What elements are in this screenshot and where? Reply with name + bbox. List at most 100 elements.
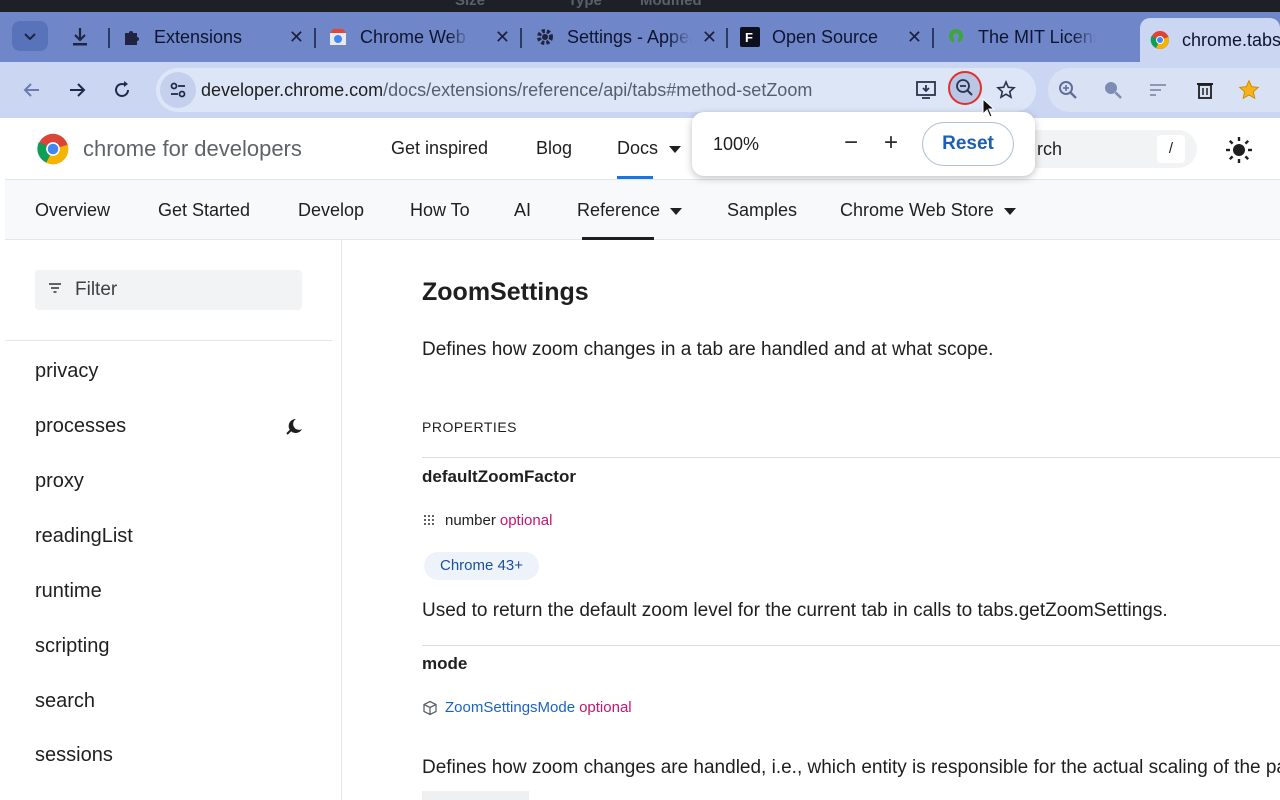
background-window-header: Size Type Modified xyxy=(0,0,1280,12)
search-shortcut: / xyxy=(1157,135,1185,163)
search-box[interactable]: rch / xyxy=(1015,130,1197,168)
zoom-out-button[interactable]: − xyxy=(836,128,866,158)
divider xyxy=(422,457,1280,458)
zoom-indicator-button[interactable] xyxy=(948,71,982,105)
reload-icon xyxy=(115,81,129,97)
site-info-button[interactable] xyxy=(160,72,196,108)
subnav-develop[interactable]: Develop xyxy=(298,200,364,221)
browser-toolbar: developer.chrome.com/docs/extensions/ref… xyxy=(0,62,1280,118)
section-heading: ZoomSettings xyxy=(422,278,589,306)
subnav-get-started[interactable]: Get Started xyxy=(158,200,250,221)
subnav-samples[interactable]: Samples xyxy=(727,200,797,221)
chrome-logo-icon xyxy=(37,133,69,165)
tab-extensions[interactable]: Extensions ✕ xyxy=(122,20,312,54)
back-arrow-icon xyxy=(23,83,39,97)
gear-icon xyxy=(535,27,555,47)
subnav-how-to[interactable]: How To xyxy=(410,200,470,221)
forward-button[interactable] xyxy=(63,76,91,104)
tab-title: The MIT License xyxy=(978,26,1096,47)
column-size: Size xyxy=(455,0,486,9)
tab-settings[interactable]: Settings - Appearance ✕ xyxy=(535,20,725,54)
chevron-down-icon xyxy=(24,33,36,41)
sidebar-item-sessions[interactable]: sessions xyxy=(35,744,113,767)
sidebar-item-privacy[interactable]: privacy xyxy=(35,360,98,383)
close-icon[interactable]: ✕ xyxy=(702,27,717,48)
svg-text:F: F xyxy=(745,30,753,45)
property-type: number optional xyxy=(422,512,552,529)
column-modified: Modified xyxy=(640,0,702,9)
tab-open-source[interactable]: F Open Source ✕ xyxy=(740,20,930,54)
sidebar: Filter privacy processes proxy readingLi… xyxy=(5,240,342,800)
nav-get-inspired[interactable]: Get inspired xyxy=(391,138,488,159)
subnav-chrome-web-store[interactable]: Chrome Web Store xyxy=(840,200,1016,221)
brand-logo[interactable]: chrome for developers xyxy=(37,133,302,165)
mouse-cursor-icon xyxy=(982,98,996,118)
tune-icon xyxy=(170,82,186,98)
type-link[interactable]: ZoomSettingsMode xyxy=(445,699,575,716)
tab-search-button[interactable] xyxy=(12,21,48,51)
property-type: ZoomSettingsMode optional xyxy=(422,699,632,716)
tab-title: Chrome Web Store xyxy=(360,26,470,47)
main-content: ZoomSettings Defines how zoom changes in… xyxy=(372,240,1280,800)
extensions-toolbar xyxy=(1048,68,1280,112)
trash-icon[interactable] xyxy=(1193,78,1217,102)
address-bar[interactable]: developer.chrome.com/docs/extensions/ref… xyxy=(156,68,1036,112)
theme-toggle-button[interactable] xyxy=(1223,134,1255,166)
close-icon[interactable]: ✕ xyxy=(495,27,510,48)
chrome-web-store-icon xyxy=(328,27,348,47)
back-button[interactable] xyxy=(18,76,46,104)
sidebar-item-proxy[interactable]: proxy xyxy=(35,470,84,493)
sidebar-item-search[interactable]: search xyxy=(35,690,95,713)
tab-title: Open Source xyxy=(772,26,879,47)
zoom-reset-button[interactable]: Reset xyxy=(922,122,1014,166)
bookmark-star-icon[interactable] xyxy=(994,78,1018,102)
f-logo-icon: F xyxy=(740,27,760,47)
subnav-overview[interactable]: Overview xyxy=(35,200,110,221)
magnifier-icon[interactable] xyxy=(1101,78,1125,102)
forward-arrow-icon xyxy=(70,83,86,97)
star-extension-icon[interactable] xyxy=(1237,78,1261,102)
sort-lines-icon[interactable] xyxy=(1146,78,1170,102)
filter-input[interactable]: Filter xyxy=(35,270,302,310)
nav-docs[interactable]: Docs xyxy=(617,138,682,159)
cube-type-icon xyxy=(423,700,437,715)
sidebar-item-scripting[interactable]: scripting xyxy=(35,635,109,658)
install-app-icon[interactable] xyxy=(914,78,938,102)
sidebar-item-readinglist[interactable]: readingList xyxy=(35,525,133,548)
nav-blog[interactable]: Blog xyxy=(536,138,572,159)
sidebar-item-runtime[interactable]: runtime xyxy=(35,580,102,603)
subnav-reference[interactable]: Reference xyxy=(577,200,683,221)
property-name: mode xyxy=(422,654,468,673)
property-description: Defines how zoom changes are handled, i.… xyxy=(422,757,1280,778)
zoom-level: 100% xyxy=(713,134,760,154)
filter-icon xyxy=(49,283,61,293)
zoom-popup: 100% − + Reset xyxy=(692,112,1035,176)
code-snippet xyxy=(422,791,529,800)
zoom-in-icon[interactable] xyxy=(1056,78,1080,102)
close-icon[interactable]: ✕ xyxy=(907,27,922,48)
column-type: Type xyxy=(568,0,602,9)
download-icon[interactable] xyxy=(70,26,90,48)
tab-mit-license[interactable]: The MIT License xyxy=(946,20,1136,54)
url-text[interactable]: developer.chrome.com/docs/extensions/ref… xyxy=(201,80,812,101)
zoom-in-button[interactable]: + xyxy=(876,128,906,158)
tab-chrome-web-store[interactable]: Chrome Web Store ✕ xyxy=(328,20,518,54)
sidebar-item-processes[interactable]: processes xyxy=(35,415,126,438)
dropdown-arrow-icon xyxy=(1003,208,1016,215)
subnav-ai[interactable]: AI xyxy=(514,200,531,221)
tab-title: chrome.tabs xyxy=(1182,29,1280,50)
filter-placeholder: Filter xyxy=(75,279,118,300)
tab-chrome-tabs[interactable]: chrome.tabs xyxy=(1140,18,1280,62)
section-description: Defines how zoom changes in a tab are ha… xyxy=(422,339,994,360)
tab-title: Settings - Appearance xyxy=(567,26,692,47)
reload-button[interactable] xyxy=(108,76,136,104)
dropdown-arrow-icon xyxy=(669,146,682,153)
properties-label: PROPERTIES xyxy=(422,419,517,435)
dropdown-arrow-icon xyxy=(670,208,683,215)
zoom-out-icon xyxy=(956,79,973,96)
tab-title: Extensions xyxy=(154,26,243,47)
brand-name: chrome for developers xyxy=(83,136,302,161)
close-icon[interactable]: ✕ xyxy=(289,27,304,48)
site-header: chrome for developers Get inspired Blog … xyxy=(5,118,1280,180)
version-chip: Chrome 43+ xyxy=(424,552,539,580)
